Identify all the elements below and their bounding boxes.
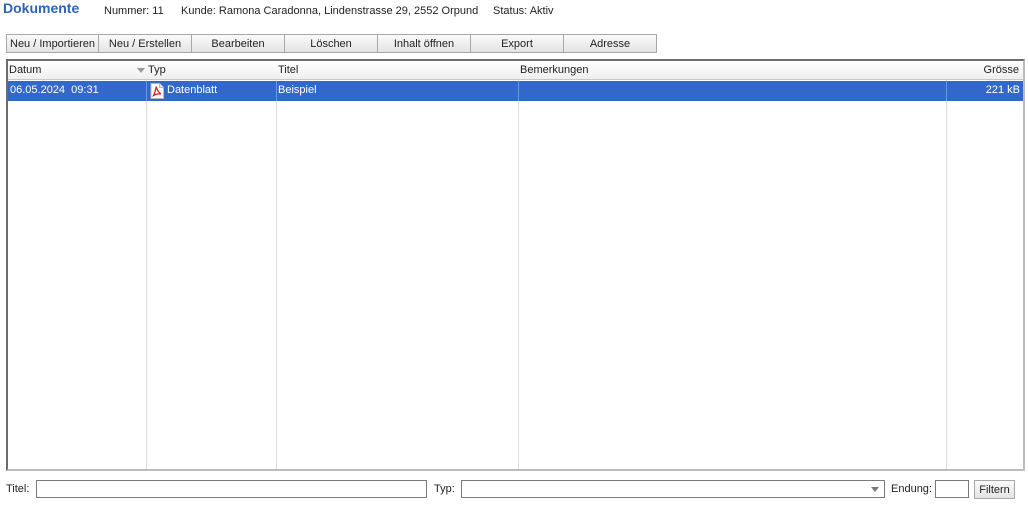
cell-typ: Datenblatt xyxy=(167,84,218,96)
filter-title-input[interactable] xyxy=(36,480,427,498)
cell-divider xyxy=(518,81,519,101)
table-row[interactable]: 06.05.2024 09:31 Datenblatt Beispiel 221… xyxy=(8,81,1023,101)
new-import-button[interactable]: Neu / Importieren xyxy=(6,34,99,53)
cell-divider xyxy=(146,81,147,101)
edit-button[interactable]: Bearbeiten xyxy=(192,34,285,53)
column-header-typ[interactable]: Typ xyxy=(147,61,166,80)
column-header-bemerkungen[interactable]: Bemerkungen xyxy=(519,61,589,80)
header-bar: Dokumente Nummer: 11 Kunde: Ramona Carad… xyxy=(0,0,1028,30)
column-divider xyxy=(518,80,519,469)
delete-button[interactable]: Löschen xyxy=(285,34,378,53)
new-create-button[interactable]: Neu / Erstellen xyxy=(99,34,192,53)
toolbar: Neu / Importieren Neu / Erstellen Bearbe… xyxy=(6,34,657,53)
column-divider xyxy=(946,80,947,469)
dropdown-button[interactable] xyxy=(866,481,884,497)
page-title: Dokumente xyxy=(3,0,80,16)
cell-divider xyxy=(276,81,277,101)
record-number: Nummer: 11 xyxy=(104,5,164,17)
sort-descending-icon[interactable] xyxy=(137,68,145,73)
pdf-icon xyxy=(150,83,164,99)
filter-bar: Titel: Typ: Endung: Filtern xyxy=(0,478,1028,500)
column-header-groesse[interactable]: Grösse xyxy=(983,61,1019,80)
filter-type-select[interactable] xyxy=(461,480,885,498)
export-button[interactable]: Export xyxy=(471,34,564,53)
filter-button[interactable]: Filtern xyxy=(974,480,1015,499)
filter-extension-input[interactable] xyxy=(935,480,969,498)
column-divider xyxy=(276,80,277,469)
cell-groesse: 221 kB xyxy=(985,84,1020,96)
column-header-titel[interactable]: Titel xyxy=(277,61,298,80)
customer-info: Kunde: Ramona Caradonna, Lindenstrasse 2… xyxy=(181,5,479,17)
column-divider xyxy=(146,80,147,469)
cell-divider xyxy=(946,81,947,101)
address-button[interactable]: Adresse xyxy=(564,34,657,53)
chevron-down-icon xyxy=(871,487,879,492)
documents-table[interactable]: Datum Typ Titel Bemerkungen Grösse 06.05… xyxy=(6,59,1025,471)
cell-titel: Beispiel xyxy=(278,84,317,96)
column-header-datum[interactable]: Datum xyxy=(8,61,41,80)
filter-type-label: Typ: xyxy=(434,483,455,495)
status-text: Status: Aktiv xyxy=(493,5,554,17)
cell-datum: 06.05.2024 09:31 xyxy=(10,84,99,96)
filter-extension-label: Endung: xyxy=(891,483,932,495)
filter-title-label: Titel: xyxy=(6,483,30,495)
table-header: Datum Typ Titel Bemerkungen Grösse xyxy=(8,61,1023,80)
open-content-button[interactable]: Inhalt öffnen xyxy=(378,34,471,53)
